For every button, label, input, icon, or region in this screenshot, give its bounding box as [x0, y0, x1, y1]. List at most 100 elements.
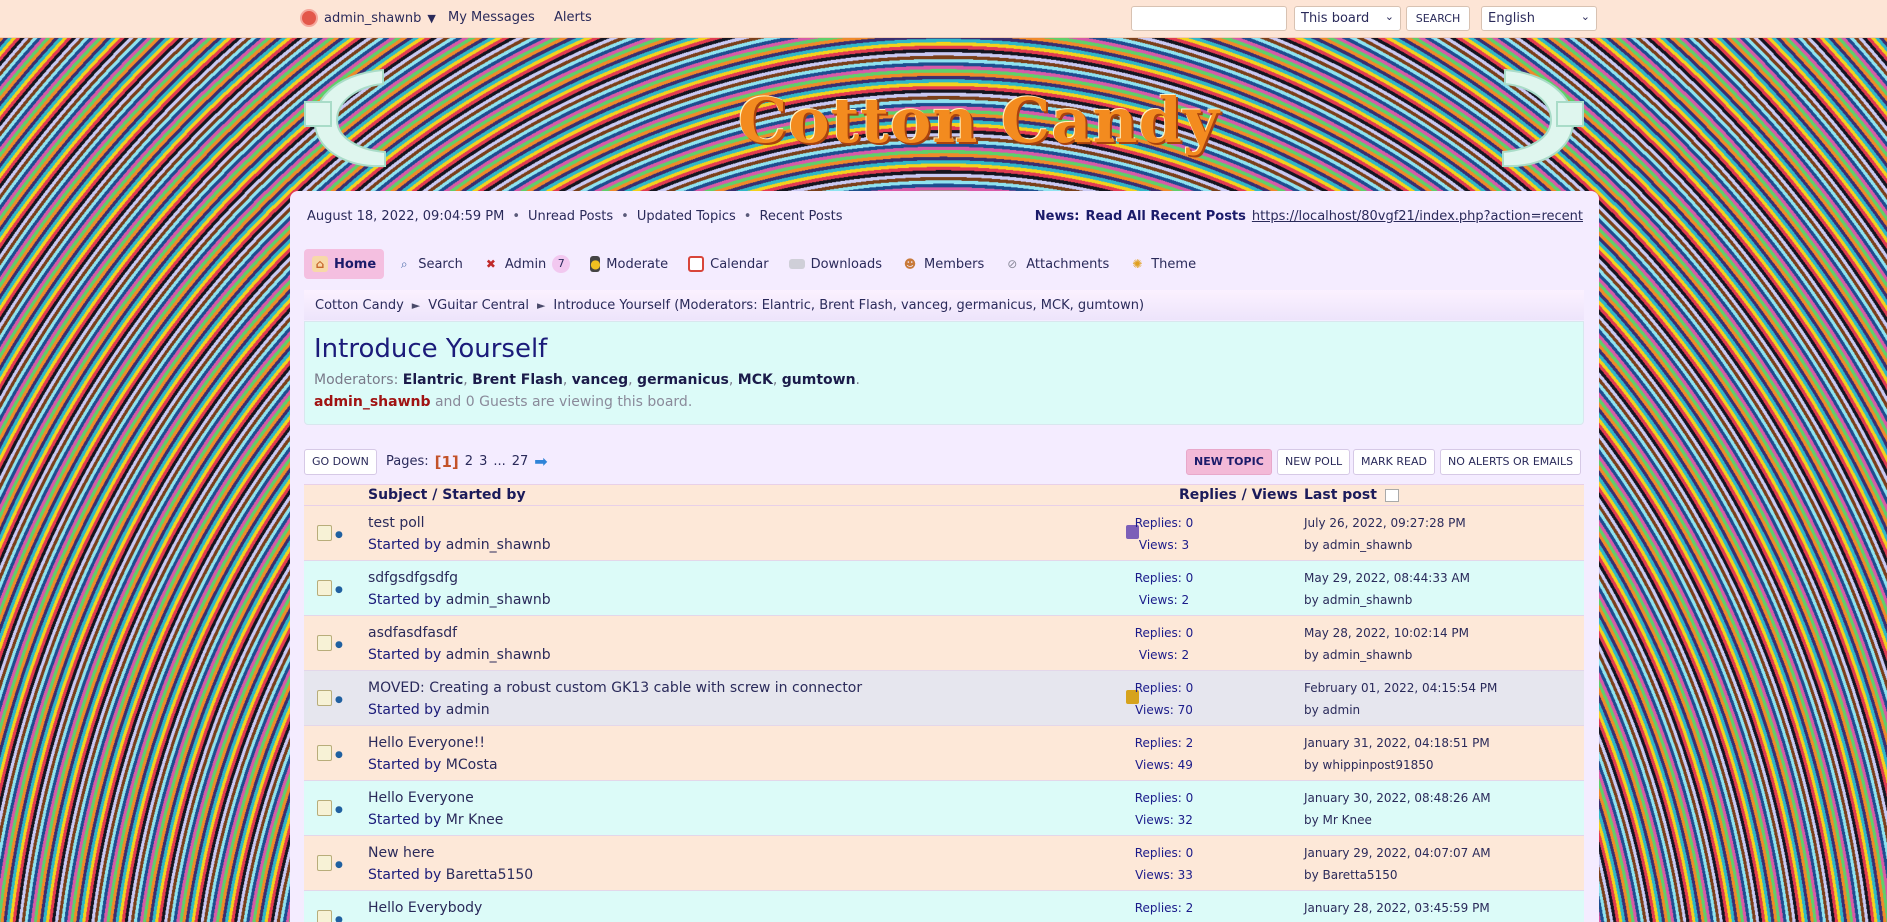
- reply-count: Replies: 0: [1134, 791, 1194, 805]
- topic-subject-link[interactable]: test poll: [368, 515, 425, 531]
- main-container: August 18, 2022, 09:04:59 PM • Unread Po…: [290, 191, 1599, 922]
- reply-count: Replies: 0: [1134, 846, 1194, 860]
- table-row[interactable]: ● Hello Everyone!! Started by MCosta Replie…: [304, 726, 1584, 781]
- menu-item-search[interactable]: ⌕ Search: [388, 249, 471, 279]
- last-post-author[interactable]: by admin_shawnb: [1304, 538, 1412, 552]
- next-page-icon[interactable]: ➡: [534, 452, 547, 471]
- page-link[interactable]: 27: [512, 454, 529, 469]
- breadcrumb-board-link[interactable]: Introduce Yourself (Moderators: Elantric…: [553, 298, 1144, 313]
- starter-link[interactable]: Baretta5150: [446, 867, 533, 883]
- last-post-date-link[interactable]: January 31, 2022, 04:18:51 PM: [1304, 736, 1490, 750]
- search-button[interactable]: SEARCH: [1406, 6, 1470, 31]
- pages-ellipsis[interactable]: ...: [493, 454, 505, 469]
- go-down-button[interactable]: GO DOWN: [304, 449, 377, 475]
- menu-item-theme[interactable]: ✺ Theme: [1121, 249, 1204, 279]
- my-messages-link[interactable]: My Messages: [448, 10, 535, 25]
- new-poll-button[interactable]: NEW POLL: [1277, 449, 1351, 475]
- topic-subject-link[interactable]: asdfasdfasdf: [368, 625, 457, 641]
- menu-item-admin[interactable]: ✖ Admin 7: [475, 249, 578, 279]
- starter-link[interactable]: admin: [446, 702, 490, 718]
- last-post-date-link[interactable]: May 29, 2022, 08:44:33 AM: [1304, 571, 1470, 585]
- site-logo[interactable]: Cotton Candy: [738, 84, 1220, 157]
- language-select[interactable]: English ⌄: [1481, 6, 1597, 31]
- table-row[interactable]: ● New here Started by Baretta5150 Replies: …: [304, 836, 1584, 891]
- last-post-date-link[interactable]: January 29, 2022, 04:07:07 AM: [1304, 846, 1491, 860]
- menu-item-moderate[interactable]: ● Moderate: [582, 249, 676, 279]
- search-input[interactable]: [1131, 6, 1287, 31]
- no-alerts-button[interactable]: NO ALERTS OR EMAILS: [1440, 449, 1582, 475]
- topic-starter: Started by MCosta: [368, 757, 498, 773]
- last-post-date-link[interactable]: January 30, 2022, 08:48:26 AM: [1304, 791, 1491, 805]
- last-post-date-link[interactable]: February 01, 2022, 04:15:54 PM: [1304, 681, 1497, 695]
- menu-item-label: Calendar: [710, 256, 769, 272]
- new-topic-button[interactable]: NEW TOPIC: [1186, 449, 1272, 475]
- mark-read-button[interactable]: MARK READ: [1353, 449, 1435, 475]
- menu-item-downloads[interactable]: Downloads: [781, 249, 890, 279]
- user-menu[interactable]: admin_shawnb ▼: [300, 9, 436, 27]
- table-row[interactable]: ● MOVED: Creating a robust custom GK13 ca…: [304, 671, 1584, 726]
- updated-topics-link[interactable]: Updated Topics: [637, 209, 736, 224]
- moderator-link[interactable]: vanceg: [572, 372, 628, 388]
- starter-link[interactable]: MCosta: [446, 757, 498, 773]
- topic-subject-link[interactable]: Hello Everyone!!: [368, 735, 485, 751]
- news-url-link[interactable]: https://localhost/80vgf21/index.php?acti…: [1252, 209, 1583, 224]
- moderator-link[interactable]: germanicus: [637, 372, 729, 388]
- topic-subject-link[interactable]: MOVED: Creating a robust custom GK13 cab…: [368, 680, 862, 696]
- moderator-link[interactable]: Elantric: [403, 372, 463, 388]
- started-by-me-icon: ●: [335, 640, 343, 650]
- last-post-author[interactable]: by admin_shawnb: [1304, 648, 1412, 662]
- topic-subject-link[interactable]: Hello Everyone: [368, 790, 474, 806]
- paperclip-icon: ⊘: [1007, 257, 1018, 271]
- last-post-author[interactable]: by Baretta5150: [1304, 868, 1397, 882]
- alerts-link[interactable]: Alerts: [554, 10, 592, 25]
- topic-subject-link[interactable]: New here: [368, 845, 435, 861]
- menu-item-label: Members: [924, 256, 985, 272]
- recent-posts-link[interactable]: Recent Posts: [759, 209, 842, 224]
- starter-link[interactable]: Mr Knee: [446, 812, 504, 828]
- last-post-author[interactable]: by admin_shawnb: [1304, 593, 1412, 607]
- last-post-author[interactable]: by Mr Knee: [1304, 813, 1372, 827]
- menu-item-home[interactable]: ⌂ Home: [304, 249, 385, 279]
- breadcrumb-home-link[interactable]: Cotton Candy: [315, 298, 404, 313]
- news-text: Read All Recent Posts: [1085, 209, 1246, 224]
- topic-type-icon: [317, 855, 332, 871]
- subject-column-header[interactable]: Subject / Started by: [368, 487, 526, 503]
- starter-link[interactable]: admin_shawnb: [446, 537, 551, 553]
- page-link[interactable]: 2: [465, 454, 473, 469]
- last-post-date-link[interactable]: July 26, 2022, 09:27:28 PM: [1304, 516, 1466, 530]
- moderator-link[interactable]: Brent Flash: [472, 372, 563, 388]
- last-post-author[interactable]: by whippinpost91850: [1304, 758, 1434, 772]
- started-by-label: Started by: [368, 867, 442, 883]
- moderator-link[interactable]: MCK: [738, 372, 773, 388]
- table-row[interactable]: ● sdfgsdfgsdfg Started by admin_shawnb Repl…: [304, 561, 1584, 616]
- menu-item-attachments[interactable]: ⊘ Attachments: [996, 249, 1117, 279]
- moderator-link[interactable]: gumtown: [782, 372, 856, 388]
- replies-views-column-header[interactable]: Replies / Views: [1179, 487, 1298, 503]
- started-by-label: Started by: [368, 537, 442, 553]
- last-post-column-header[interactable]: Last post: [1304, 487, 1377, 503]
- viewer-link[interactable]: admin_shawnb: [314, 394, 431, 410]
- sort-icon[interactable]: [1385, 489, 1399, 502]
- topic-subject-link[interactable]: sdfgsdfgsdfg: [368, 570, 458, 586]
- breadcrumb-separator-icon: ►: [411, 298, 421, 312]
- table-row[interactable]: ●Hello EverybodyStarted by Replies: 2Jan…: [304, 891, 1584, 922]
- last-post-date-link[interactable]: January 28, 2022, 03:45:59 PM: [1304, 901, 1490, 915]
- starter-link[interactable]: admin_shawnb: [446, 592, 551, 608]
- last-post-author[interactable]: by admin: [1304, 703, 1360, 717]
- table-row[interactable]: ● test poll Started by admin_shawnb Replies…: [304, 506, 1584, 561]
- unread-posts-link[interactable]: Unread Posts: [528, 209, 613, 224]
- topic-subject-link[interactable]: Hello Everybody: [368, 900, 482, 916]
- starter-link[interactable]: admin_shawnb: [446, 647, 551, 663]
- top-bar: admin_shawnb ▼ My Messages Alerts This b…: [0, 0, 1887, 38]
- started-by-me-icon: ●: [335, 530, 343, 540]
- menu-item-members[interactable]: ☻ Members: [894, 249, 992, 279]
- started-by-me-icon: ●: [335, 750, 343, 760]
- table-row[interactable]: ● Hello Everyone Started by Mr Knee Replies…: [304, 781, 1584, 836]
- search-scope-select[interactable]: This board ⌄: [1294, 6, 1401, 31]
- table-row[interactable]: ● asdfasdfasdf Started by admin_shawnb Repl…: [304, 616, 1584, 671]
- last-post-date-link[interactable]: May 28, 2022, 10:02:14 PM: [1304, 626, 1469, 640]
- menu-item-calendar[interactable]: Calendar: [680, 249, 776, 279]
- started-by-label: Started by: [368, 647, 442, 663]
- breadcrumb-category-link[interactable]: VGuitar Central: [428, 298, 529, 313]
- page-link[interactable]: 3: [479, 454, 487, 469]
